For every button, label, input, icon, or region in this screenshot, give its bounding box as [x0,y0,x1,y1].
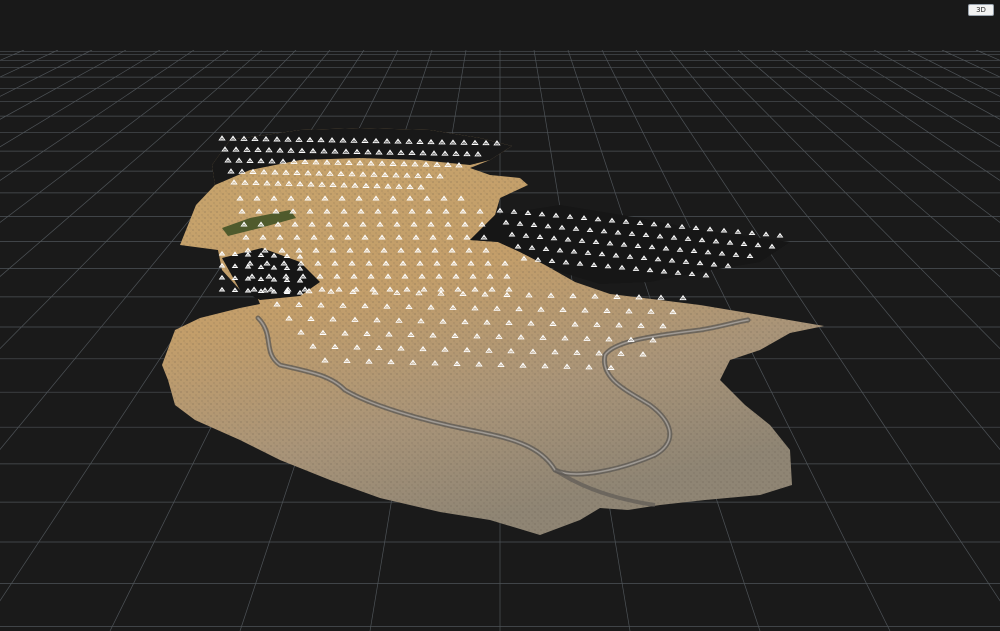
grid-line [0,50,161,148]
camera-marker-icon [218,135,226,141]
camera-marker-icon [776,232,784,238]
grid-line [907,50,1000,97]
camera-marker-icon [734,228,742,234]
camera-marker-icon [218,274,226,280]
camera-marker-icon [657,294,665,300]
grid-line [839,50,1000,148]
camera-marker-icon [218,286,226,292]
grid-line [737,50,1000,277]
camera-marker-icon [678,223,686,229]
scene-canvas[interactable] [0,50,1000,631]
3d-viewport[interactable] [0,50,1000,631]
grid-line [941,50,1000,78]
viewer-toolbar: 3D [0,0,1000,50]
camera-marker-icon [679,294,687,301]
camera-marker-icon [702,272,710,278]
camera-marker-icon [706,226,714,232]
grid-line [975,50,1000,61]
camera-marker-icon [229,135,237,141]
grid-line [805,50,1000,181]
grid-line [873,50,1000,120]
grid-line [0,50,25,61]
camera-marker-icon [762,231,770,237]
camera-marker-icon [496,207,504,213]
grid-line [0,50,93,97]
camera-marker-icon [231,287,239,292]
grid-line [0,50,59,78]
camera-marker-icon [692,225,700,231]
camera-marker-icon [510,208,518,214]
grid-line [0,50,127,120]
grid-line [771,50,1000,223]
terrain-mesh [162,128,824,535]
grid-line [0,50,195,181]
view-mode-toggle-button[interactable]: 3D [968,4,994,16]
camera-marker-icon [720,227,728,233]
camera-marker-icon [748,230,756,236]
